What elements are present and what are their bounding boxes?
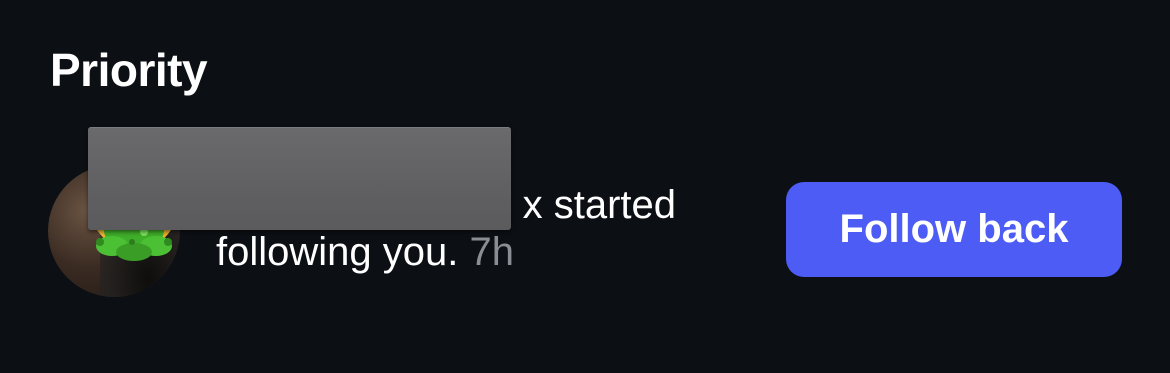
follow-back-button[interactable]: Follow back — [786, 182, 1122, 277]
notifications-page: Priority x started following you. 7h Fol… — [0, 0, 1170, 373]
message-line-2: following you. 7h — [216, 229, 514, 275]
message-line-1: x started — [522, 183, 676, 227]
message-text: following you. — [216, 230, 459, 274]
section-title: Priority — [50, 44, 208, 96]
notification-row[interactable]: x started following you. 7h Follow back — [0, 120, 1170, 310]
timestamp: 7h — [469, 230, 515, 274]
